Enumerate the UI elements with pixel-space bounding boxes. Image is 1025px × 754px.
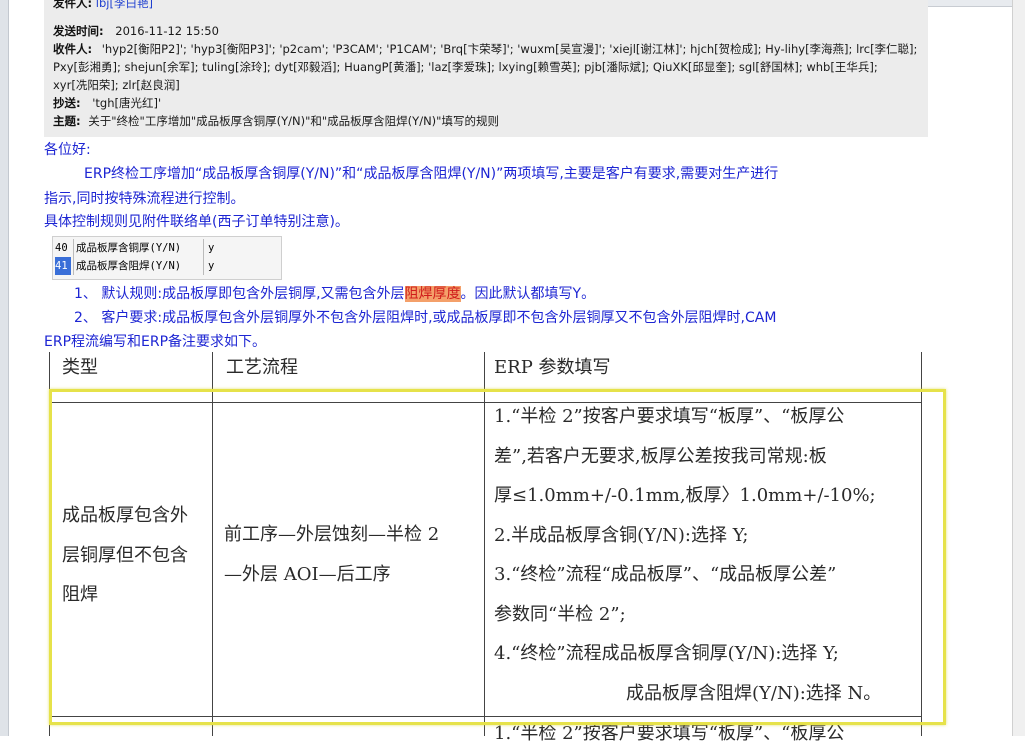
email-header: 发件人: lbj[李白艳] 发送时间: 2016-11-12 15:50 收件人… [44,0,928,137]
sender-row: 发件人: lbj[李白艳] [53,0,153,12]
window-left-frame [0,0,9,736]
param-row-value: y [203,239,284,257]
email-reading-pane: 发件人: lbj[李白艳] 发送时间: 2016-11-12 15:50 收件人… [44,0,1014,744]
param-row-number: 40 [55,242,68,254]
highlighted-text: 阻焊厚度 [404,286,461,302]
to-row: 收件人: 'hyp2[衡阳P2]'; 'hyp3[衡阳P3]'; 'p2cam'… [53,40,923,94]
to-recipients[interactable]: 'hyp2[衡阳P2]'; 'hyp3[衡阳P3]'; 'p2cam'; 'P3… [102,42,918,56]
cc-value[interactable]: 'tgh[唐光红]' [92,96,161,110]
rule-1-end: 。因此默认都填写Y。 [460,286,596,302]
paragraph-1-cont: 指示,同时按特殊流程进行控制。 [44,191,245,207]
sender-value[interactable]: lbj[李白艳] [96,0,153,10]
sent-row: 发送时间: 2016-11-12 15:50 [53,22,219,40]
cc-label: 抄送: [53,96,81,110]
cc-row: 抄送: 'tgh[唐光红]' [53,94,161,112]
param-row-value: y [203,257,284,275]
greeting: 各位好: [44,142,91,158]
to-recipients-end[interactable]: xyr[冼阳荣]; zlr[赵良润] [53,78,180,92]
header-flow: 工艺流程 [226,357,298,378]
to-label: 收件人: [53,42,93,56]
sent-label: 发送时间: [53,24,104,38]
rule-2: 2、 客户要求:成品板厚包含外层铜厚外不包含外层阻焊时,或成品板厚即不包含外层铜… [74,310,777,326]
param-row-name: 成品板厚含阻焊(Y/N) [73,257,204,275]
subject-value: 关于"终检"工序增加"成品板厚含铜厚(Y/N)"和"成品板厚含阻焊(Y/N)"填… [88,114,499,128]
paragraph-1: ERP终检工序增加“成品板厚含铜厚(Y/N)”和“成品板厚含阻焊(Y/N)”两项… [84,166,779,182]
header-type: 类型 [62,357,98,378]
sender-label: 发件人: [53,0,93,10]
selection-highlight-box [49,389,946,725]
param-row-name: 成品板厚含铜厚(Y/N) [73,239,204,257]
param-row: 41 成品板厚含阻焊(Y/N) y [53,257,281,275]
to-recipients-cont[interactable]: Pxy[彭湘勇]; shejun[余军]; tuling[涂玲]; dyt[邓毅… [53,60,878,74]
paragraph-2: 具体控制规则见附件联络单(西子订单特别注意)。 [44,214,349,230]
erp-parameter-snippet: 40 成品板厚含铜厚(Y/N) y 41 成品板厚含阻焊(Y/N) y [52,236,282,280]
param-row: 40 成品板厚含铜厚(Y/N) y [53,239,281,257]
sent-value: 2016-11-12 15:50 [115,24,219,38]
header-erp: ERP 参数填写 [494,357,611,378]
subject-label: 主题: [53,114,81,128]
param-row-number: 41 [55,257,71,275]
subject-row: 主题: 关于"终检"工序增加"成品板厚含铜厚(Y/N)"和"成品板厚含阻焊(Y/… [53,112,499,130]
rule-1-text: 1、 默认规则:成品板厚即包含外层铜厚,又需包含外层 [74,286,405,302]
rule-1: 1、 默认规则:成品板厚即包含外层铜厚,又需包含外层阻焊厚度。因此默认都填写Y。 [74,282,595,307]
